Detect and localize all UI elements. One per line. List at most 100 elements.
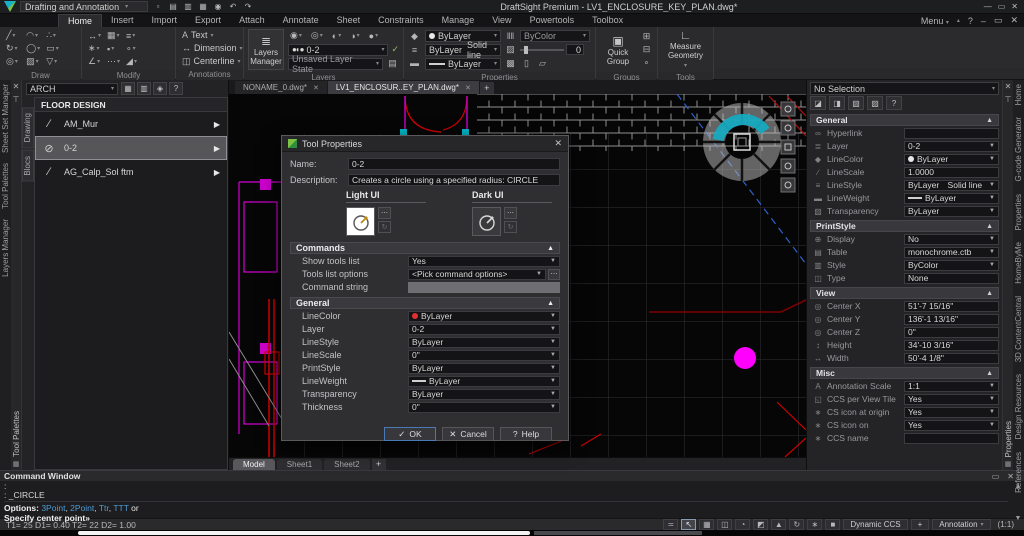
layer-lock-icon[interactable]: ◐▾: [330, 31, 343, 41]
collapse-ribbon-icon[interactable]: ▴: [957, 17, 960, 24]
minimize-icon[interactable]: —: [984, 2, 992, 11]
ribbon-tab[interactable]: Constraints: [369, 14, 433, 27]
property-field[interactable]: 0-2 ▼: [904, 141, 999, 152]
property-field[interactable]: No ▼: [904, 234, 999, 245]
dock-tab[interactable]: Home: [1014, 84, 1023, 105]
move-icon[interactable]: ↔▾: [86, 29, 103, 42]
ungroup-icon[interactable]: ⊞: [640, 31, 653, 43]
layers-manager-button[interactable]: ≣ LayersManager: [248, 29, 284, 70]
dock-tab[interactable]: Properties: [1014, 194, 1023, 230]
property-painter-icon[interactable]: ▱: [536, 58, 549, 70]
flyout-arrow-icon[interactable]: ▶: [214, 168, 220, 177]
section-header-misc[interactable]: Misc▲: [810, 367, 999, 379]
palette-help-icon[interactable]: ?: [169, 82, 183, 95]
palette-group-combo[interactable]: ARCH▾: [26, 83, 118, 95]
measure-geometry-button[interactable]: ∟ MeasureGeometry ▾: [668, 29, 704, 70]
ribbon-tab[interactable]: Export: [186, 14, 230, 27]
scale-icon[interactable]: ▪▾: [105, 42, 122, 55]
flyout-arrow-icon[interactable]: ▶: [214, 120, 220, 129]
ribbon-tab[interactable]: Toolbox: [583, 14, 632, 27]
esnap-icon[interactable]: ◩: [753, 519, 768, 530]
dialog-property-field[interactable]: ▼: [408, 282, 560, 293]
dialog-property-field[interactable]: 0" ▼: [408, 350, 560, 361]
view-options-icon[interactable]: ▥: [137, 82, 151, 95]
fill-icon[interactable]: ∘▾: [124, 42, 141, 55]
new-sheet-button[interactable]: +: [372, 459, 386, 470]
section-header-view[interactable]: View▲: [810, 287, 999, 299]
select-add-icon[interactable]: ◨: [829, 96, 845, 110]
lineweight-tool-icon[interactable]: ▬: [408, 57, 421, 69]
layer-state-combo[interactable]: Unsaved Layer State ▾: [288, 58, 383, 70]
ok-button[interactable]: ✓OK: [384, 427, 436, 441]
polygon-icon[interactable]: ▽▾: [44, 55, 62, 68]
import-icon[interactable]: ▥: [182, 1, 194, 12]
workspace-selector[interactable]: Drafting and Annotation ▾: [20, 1, 148, 12]
property-field[interactable]: 0" ▼: [904, 327, 999, 338]
print-icon[interactable]: ◉: [212, 1, 224, 12]
property-field[interactable]: 1:1 ▼: [904, 381, 999, 392]
command-history[interactable]: : : _CIRCLE Options: 3Point 2Point Ttr: [0, 481, 1012, 524]
layer-visibility-icon[interactable]: ◉▾: [288, 30, 304, 41]
ribbon-lineweight-combo[interactable]: ByLayer▾: [425, 58, 501, 70]
dialog-property-field[interactable]: Yes ▼: [408, 256, 560, 267]
annotation-scale-dropdown[interactable]: Annotation▾: [932, 519, 990, 530]
ribbon-tab[interactable]: Sheet: [328, 14, 370, 27]
palette-tab[interactable]: Drawing: [22, 107, 34, 148]
transparency-slider[interactable]: 0: [520, 44, 584, 55]
dialog-property-field[interactable]: ByLayer ▼: [408, 311, 560, 322]
save-icon[interactable]: ▦: [197, 1, 209, 12]
property-field[interactable]: Yes ▼: [904, 407, 999, 418]
spline-icon[interactable]: ↻▾: [4, 42, 22, 55]
select-filter-icon[interactable]: ◪: [810, 96, 826, 110]
close-icon[interactable]: ✕: [1007, 472, 1014, 481]
doc-restore-icon[interactable]: ▭: [994, 15, 1003, 26]
dialog-section-general[interactable]: General▲: [290, 297, 560, 309]
close-tab-icon[interactable]: ✕: [465, 84, 471, 92]
dialog-property-field[interactable]: 0" ▼: [408, 402, 560, 413]
property-field[interactable]: 136'-1 13/16" ▼: [904, 314, 999, 325]
menu-button[interactable]: Menu ▾: [921, 16, 949, 26]
dock-tab[interactable]: HomeByMe: [1014, 242, 1023, 284]
property-field[interactable]: ▼: [904, 433, 999, 444]
help-button[interactable]: ?: [968, 16, 973, 26]
help-button[interactable]: ?Help: [500, 427, 552, 441]
doc-minimize-icon[interactable]: –: [981, 16, 986, 26]
reset-dark-icon-button[interactable]: ↻: [504, 221, 517, 233]
flyout-arrow-icon[interactable]: ▶: [214, 144, 220, 153]
ribbon-tab[interactable]: Manage: [433, 14, 484, 27]
hatch-icon[interactable]: ▨▾: [24, 55, 42, 68]
section-header-printstyle[interactable]: PrintStyle▲: [810, 220, 999, 232]
property-field[interactable]: ByLayer Solid line ▼: [904, 180, 999, 191]
close-icon[interactable]: ✕: [13, 82, 20, 91]
properties-help-icon[interactable]: ?: [886, 96, 902, 110]
description-field[interactable]: Creates a circle using a specified radiu…: [348, 174, 560, 186]
taskbar-search-bar[interactable]: [78, 531, 530, 535]
arc-icon[interactable]: ◠▾: [24, 29, 42, 42]
save-palette-icon[interactable]: ▦: [121, 82, 135, 95]
ribbon-tab[interactable]: Home: [58, 14, 102, 27]
palette-item[interactable]: ⊘ 0-2 ▶: [35, 136, 227, 160]
grid-icon[interactable]: ▦: [699, 519, 714, 530]
sheet-tab[interactable]: Sheet2: [324, 459, 369, 470]
pin-icon[interactable]: ⊤: [13, 95, 20, 104]
property-field[interactable]: ByLayer ▼: [904, 154, 999, 165]
dialog-property-field[interactable]: ByLayer ▼: [408, 363, 560, 374]
property-field[interactable]: 34'-10 3/16" ▼: [904, 340, 999, 351]
document-tab[interactable]: LV1_ENCLOSUR..EY_PLAN.dwg* ✕: [328, 81, 479, 94]
light-ui-preview[interactable]: [346, 207, 375, 236]
dialog-property-field[interactable]: ByLayer ▼: [408, 389, 560, 400]
pin-icon[interactable]: ⊤: [1005, 95, 1012, 104]
property-field[interactable]: ByLayer ▼: [904, 206, 999, 217]
close-tab-icon[interactable]: ✕: [313, 84, 319, 92]
select-window-icon[interactable]: ▧: [848, 96, 864, 110]
palette-item[interactable]: ∕ AG_Calp_Sol ftm ▶: [35, 160, 227, 184]
ribbon-tab[interactable]: Insert: [102, 14, 143, 27]
ribbon-tab[interactable]: Attach: [230, 14, 274, 27]
slider-thumb[interactable]: [524, 46, 528, 54]
settings-gear-icon[interactable]: ◈: [153, 82, 167, 95]
layer-apply-icon[interactable]: ✓: [391, 44, 399, 55]
dynamic-ccs-button[interactable]: Dynamic CCS: [843, 519, 907, 530]
layer-state-save-icon[interactable]: ▤: [386, 58, 399, 70]
layer-isolate-icon[interactable]: ◑▾: [348, 31, 361, 41]
close-icon[interactable]: ✕: [554, 138, 562, 149]
